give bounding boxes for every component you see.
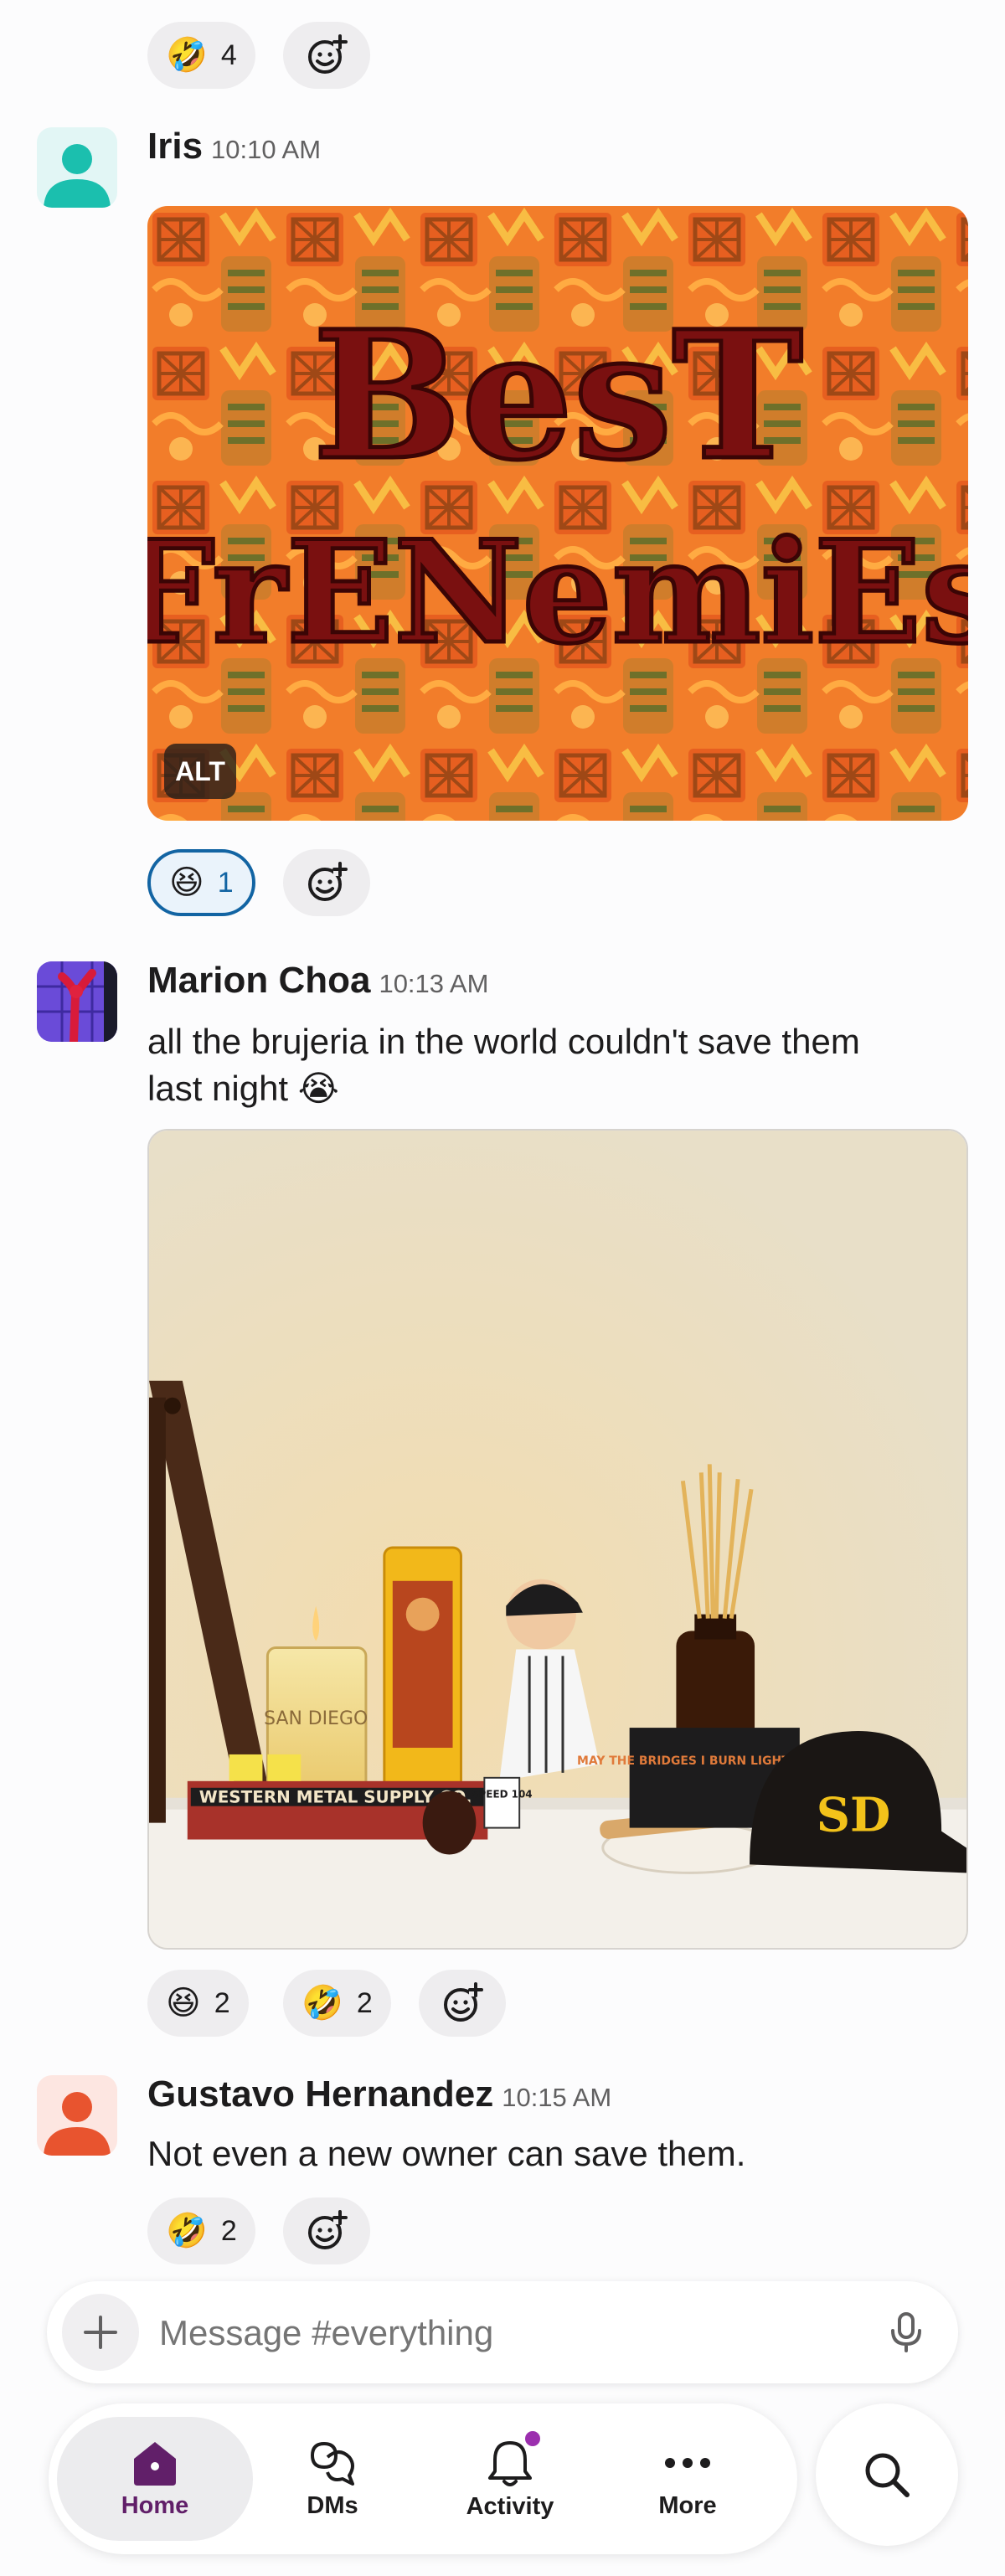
sign-label: SPEED 104 (472, 1789, 533, 1801)
author-gustavo[interactable]: Gustavo Hernandez (147, 2074, 493, 2115)
reaction-count: 4 (220, 39, 237, 71)
avatar-iris[interactable] (37, 127, 117, 208)
laughing-emoji: 😆 (169, 864, 204, 901)
add-reaction-icon (308, 34, 348, 74)
add-reaction-button[interactable] (283, 2197, 370, 2264)
author-name[interactable]: Marion Choa 10:13 AM (147, 960, 488, 1002)
timestamp[interactable]: 10:10 AM (211, 135, 321, 164)
add-reaction-button[interactable] (283, 22, 370, 89)
search-icon (865, 2453, 910, 2497)
photo-attachment[interactable]: SAN DIEGO WESTERN METAL SUPPLY CO. SPEED… (147, 1129, 968, 1950)
add-attachment-button[interactable] (62, 2294, 139, 2371)
helmet-logo: SD (817, 1789, 891, 1843)
timestamp[interactable]: 10:13 AM (379, 969, 488, 998)
tab-home-label: Home (121, 2491, 189, 2519)
message-line-2: last night 😭 (147, 1069, 339, 1108)
reaction-laughing[interactable]: 😆 1 (147, 849, 255, 916)
message-input[interactable] (157, 2301, 831, 2365)
author-name[interactable]: Gustavo Hernandez 10:15 AM (147, 2074, 611, 2115)
rofl-emoji: 🤣 (166, 2213, 208, 2249)
add-reaction-button[interactable] (283, 849, 370, 916)
user-silhouette-icon (44, 144, 111, 208)
tab-dms[interactable]: DMs (234, 2417, 430, 2541)
voice-input-button[interactable] (876, 2302, 936, 2362)
reaction-rofl[interactable]: 🤣 4 (147, 22, 255, 89)
best-frenemies-title-card: BesT FrENemiEs (147, 206, 968, 821)
candle-label: SAN DIEGO (264, 1708, 368, 1729)
message-line-1: all the brujeria in the world couldn't s… (147, 1022, 860, 1061)
laughing-emoji: 😆 (166, 1985, 201, 2022)
tab-dms-label: DMs (307, 2491, 358, 2519)
reaction-count: 1 (217, 866, 234, 899)
activity-badge-dot (525, 2430, 540, 2446)
home-icon (134, 2441, 176, 2486)
author-marion[interactable]: Marion Choa (147, 960, 370, 1001)
inflatable-tube-man-avatar (37, 961, 117, 1042)
tab-more[interactable]: More (590, 2417, 786, 2541)
timestamp[interactable]: 10:15 AM (502, 2083, 611, 2112)
message-composer (47, 2281, 958, 2383)
add-reaction-icon (444, 1982, 483, 2022)
gif-image[interactable]: BesT FrENemiEs ALT (147, 206, 968, 821)
message-text: all the brujeria in the world couldn't s… (147, 1018, 968, 1112)
more-icon (665, 2457, 710, 2468)
reaction-count: 2 (356, 1986, 373, 2019)
add-reaction-button[interactable] (419, 1970, 506, 2037)
add-reaction-icon (308, 2210, 348, 2249)
tab-home[interactable]: Home (57, 2417, 253, 2541)
reaction-rofl[interactable]: 🤣 2 (283, 1970, 391, 2037)
message-text: Not even a new owner can save them. (147, 2134, 746, 2173)
reaction-rofl[interactable]: 🤣 2 (147, 2197, 255, 2264)
reaction-laughing[interactable]: 😆 2 (147, 1970, 249, 2037)
rofl-emoji: 🤣 (302, 1985, 343, 2022)
author-name[interactable]: Iris 10:10 AM (147, 126, 321, 167)
microphone-icon (891, 2312, 921, 2352)
user-silhouette-icon (44, 2092, 111, 2156)
shelf-altar-photo: SAN DIEGO WESTERN METAL SUPPLY CO. SPEED… (149, 1131, 966, 1948)
tab-activity-label: Activity (466, 2492, 554, 2520)
title-line-frenemies: FrENemiEs (147, 509, 968, 675)
reaction-count: 2 (220, 2214, 237, 2247)
avatar-gustavo[interactable] (37, 2075, 117, 2156)
avatar-marion[interactable] (37, 961, 117, 1042)
title-line-best: BesT (312, 292, 803, 499)
dms-icon (310, 2441, 354, 2486)
add-reaction-icon (308, 862, 348, 901)
author-iris[interactable]: Iris (147, 126, 203, 167)
alt-badge[interactable]: ALT (164, 744, 236, 799)
tab-more-label: More (658, 2491, 717, 2519)
search-button[interactable] (816, 2403, 958, 2546)
reaction-count: 2 (214, 1986, 230, 2019)
rofl-emoji: 🤣 (166, 37, 208, 74)
plus-icon (84, 2316, 117, 2349)
tab-activity[interactable]: Activity (412, 2417, 608, 2541)
